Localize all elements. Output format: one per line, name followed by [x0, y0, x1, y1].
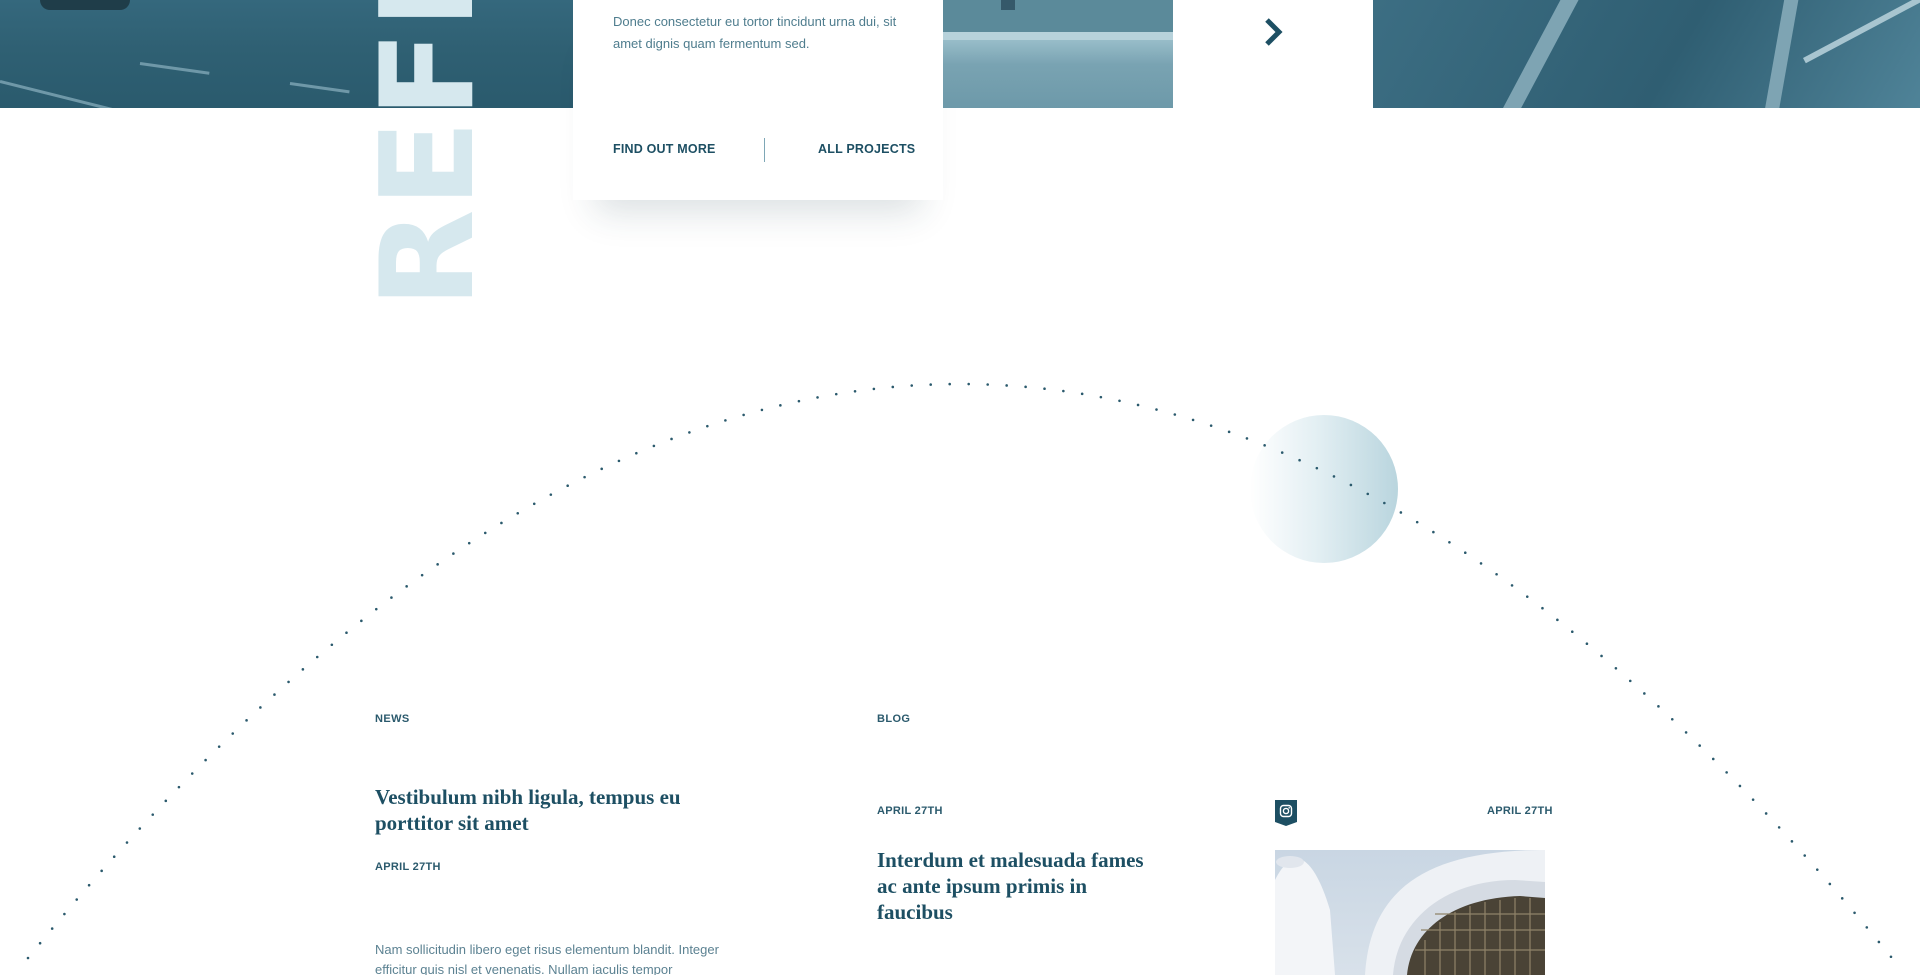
car-shape	[40, 0, 130, 10]
watermark-text: REFE	[368, 0, 478, 308]
bridge-photo	[1373, 0, 1920, 108]
blog-label: BLOG	[877, 713, 911, 725]
architecture-photo-drawing	[1275, 850, 1545, 975]
blog-title[interactable]: Interdum et malesuada fames ac ante ipsu…	[877, 847, 1147, 925]
lane-marking	[0, 80, 146, 108]
project-card-actions: FIND OUT MORE ALL PROJECTS	[613, 138, 915, 164]
lane-marking	[289, 82, 350, 94]
instagram-badge[interactable]	[1275, 800, 1297, 826]
chevron-right-icon	[1265, 18, 1283, 46]
news-excerpt: Nam sollicitudin libero eget risus eleme…	[375, 942, 719, 975]
pole-shape	[1001, 0, 1015, 10]
news-date: APRIL 27TH	[375, 861, 441, 873]
water-photo	[943, 0, 1173, 108]
slider-next-button[interactable]	[1256, 14, 1292, 50]
instagram-date: APRIL 27TH	[1487, 805, 1553, 817]
decorative-arc	[26, 382, 1894, 960]
all-projects-link[interactable]: ALL PROJECTS	[818, 142, 915, 156]
action-divider	[764, 138, 765, 162]
bridge-beam	[1503, 0, 1588, 108]
project-description: Donec consectetur eu tortor tincidunt ur…	[613, 14, 897, 51]
gradient-orb	[1250, 415, 1398, 563]
instagram-photo[interactable]	[1275, 850, 1545, 975]
watermark-svg: REFE	[368, 0, 478, 308]
page: REFE Donec consectetur eu tortor tincidu…	[0, 0, 1920, 975]
lane-marking	[139, 62, 210, 75]
river-bank	[943, 32, 1173, 40]
news-label: NEWS	[375, 713, 410, 725]
blog-date: APRIL 27TH	[877, 805, 943, 817]
bridge-cable	[1803, 0, 1920, 64]
news-title[interactable]: Vestibulum nibh ligula, tempus eu portti…	[375, 784, 715, 836]
find-out-more-link[interactable]: FIND OUT MORE	[613, 142, 716, 156]
instagram-icon	[1275, 800, 1297, 826]
vertical-watermark-word: REFE	[368, 0, 478, 308]
bridge-beam	[1763, 0, 1802, 108]
project-card: Donec consectetur eu tortor tincidunt ur…	[573, 0, 943, 200]
street-photo	[0, 0, 573, 108]
